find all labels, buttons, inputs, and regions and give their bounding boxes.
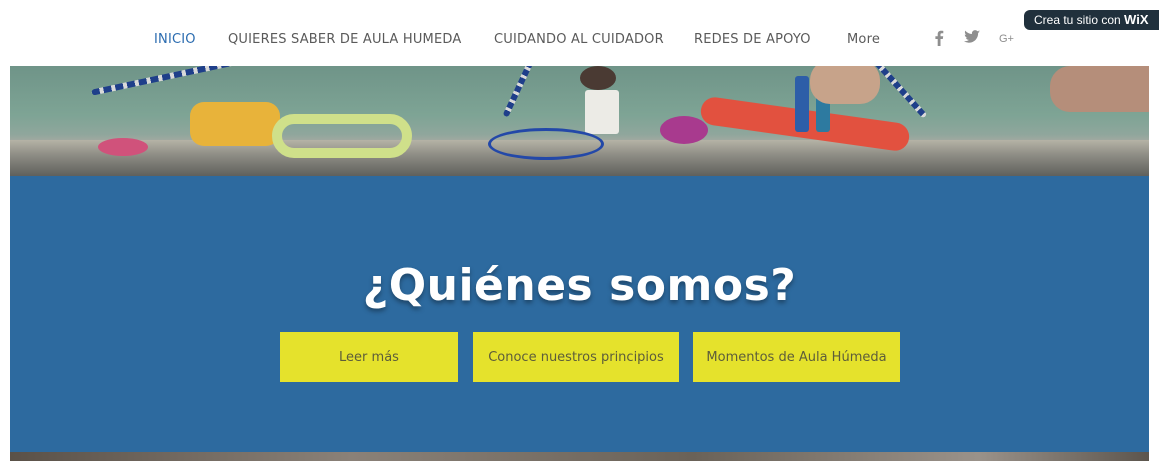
pool-photo [10,66,1149,176]
top-navigation: INICIO QUIERES SABER DE AULA HUMEDA CUID… [0,0,1159,66]
wix-logo: WiX [1124,12,1149,27]
principios-button[interactable]: Conoce nuestros principios [473,332,679,382]
leer-mas-button[interactable]: Leer más [280,332,458,382]
momentos-button[interactable]: Momentos de Aula Húmeda [693,332,900,382]
nav-item-inicio[interactable]: INICIO [154,32,196,47]
nav-item-aula-humeda[interactable]: QUIERES SABER DE AULA HUMEDA [228,32,461,47]
google-plus-icon[interactable]: G+ [999,33,1014,45]
hero-section: ¿Quiénes somos? Leer más Conoce nuestros… [10,176,1149,452]
facebook-icon[interactable] [934,30,944,51]
nav-item-redes-de-apoyo[interactable]: REDES DE APOYO [694,32,811,47]
wix-promo-banner[interactable]: Crea tu sitio con WiX [1024,10,1159,30]
twitter-icon[interactable] [964,30,980,49]
nav-item-more[interactable]: More [847,32,880,47]
nav-item-cuidando-al-cuidador[interactable]: CUIDANDO AL CUIDADOR [494,32,664,47]
hero-title: ¿Quiénes somos? [362,260,797,311]
next-section-photo [10,452,1149,461]
wix-promo-text: Crea tu sitio con [1034,13,1125,27]
